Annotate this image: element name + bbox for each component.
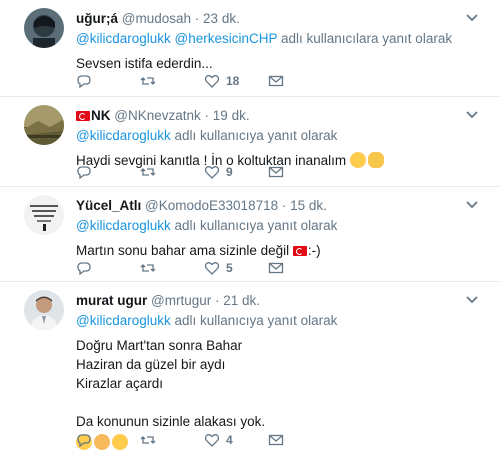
- tweet-line: [76, 393, 480, 412]
- like-icon: [204, 262, 220, 275]
- reply-icon: [77, 166, 91, 180]
- tweet-line: Sevsen istifa ederdin...: [76, 56, 213, 71]
- reply-button[interactable]: [76, 432, 140, 448]
- tweet-line-text: :-): [307, 243, 321, 258]
- like-button[interactable]: 5: [204, 260, 268, 276]
- like-icon: [204, 434, 220, 447]
- retweet-icon: [140, 264, 156, 272]
- tweet-line: Doğru Mart'tan sonra Bahar: [76, 338, 243, 353]
- dm-icon: [268, 434, 284, 446]
- tweet-line: Da konunun sizinle alakası yok.: [76, 414, 266, 429]
- reply-button[interactable]: [76, 164, 140, 180]
- tweet-actions: 18: [76, 73, 332, 89]
- tweet-line: Haziran da güzel bir aydı: [76, 357, 226, 372]
- reply-icon: [77, 75, 91, 89]
- tweet-line-text: Martın sonu bahar ama sizinle değil: [76, 243, 290, 258]
- display-name[interactable]: murat ugur: [76, 293, 147, 308]
- like-count: 5: [226, 261, 233, 275]
- avatar[interactable]: [24, 290, 64, 330]
- tweet-line: Kirazlar açardı: [76, 376, 164, 391]
- like-count: 9: [226, 165, 233, 179]
- caret-down-icon[interactable]: [464, 109, 480, 121]
- turkey-flag-icon: [76, 111, 90, 121]
- display-name[interactable]: uğur;á: [76, 11, 118, 26]
- like-count: 18: [226, 74, 240, 88]
- tweet-line: Martın sonu bahar ama sizinle değil :-): [76, 241, 480, 260]
- retweet-button[interactable]: [140, 260, 204, 276]
- reply-button[interactable]: [76, 260, 140, 276]
- dm-button[interactable]: [268, 73, 332, 89]
- caret-down-icon[interactable]: [464, 12, 480, 24]
- tweet-header: uğur;á @mudosah · 23 dk.: [76, 10, 480, 28]
- tweet-text: Martın sonu bahar ama sizinle değil :-): [76, 241, 480, 260]
- retweet-icon: [140, 436, 156, 444]
- turkey-flag-icon: [292, 246, 307, 256]
- caret-down-icon[interactable]: [464, 294, 480, 306]
- reply-context: @kilicdaroglukk @herkesicinCHP adlı kull…: [76, 30, 480, 48]
- tweet-actions: 4: [76, 432, 332, 448]
- retweet-button[interactable]: [140, 432, 204, 448]
- mention-link[interactable]: @kilicdaroglukk: [76, 218, 171, 233]
- tweet-header: NK @NKnevzatnk · 19 dk.: [76, 107, 480, 125]
- display-name[interactable]: NK: [91, 108, 111, 123]
- clapping-emoji-icon: [367, 152, 384, 168]
- mention-link[interactable]: @kilicdaroglukk: [76, 128, 171, 143]
- avatar[interactable]: [24, 8, 64, 48]
- separator: ·: [204, 108, 210, 123]
- tweet[interactable]: Yücel_Atlı @KomodoE33018718 · 15 dk. @ki…: [0, 187, 500, 282]
- handle[interactable]: @KomodoE33018718: [145, 198, 278, 213]
- dm-button[interactable]: [268, 432, 332, 448]
- reply-context: @kilicdaroglukk adlı kullanıcıya yanıt o…: [76, 217, 480, 235]
- handle[interactable]: @NKnevzatnk: [114, 108, 201, 123]
- tweet[interactable]: NK @NKnevzatnk · 19 dk. @kilicdaroglukk …: [0, 97, 500, 187]
- separator: ·: [215, 293, 220, 308]
- dm-button[interactable]: [268, 260, 332, 276]
- timestamp[interactable]: 15 dk.: [290, 198, 327, 213]
- like-button[interactable]: 18: [204, 73, 268, 89]
- reply-icon: [77, 434, 91, 448]
- tweet-header: murat ugur @mrtugur · 21 dk.: [76, 292, 480, 310]
- tweet-text: Sevsen istifa ederdin...: [76, 54, 480, 73]
- handle[interactable]: @mrtugur: [151, 293, 211, 308]
- separator: ·: [194, 11, 200, 26]
- retweet-button[interactable]: [140, 73, 204, 89]
- grinning-emoji-icon: [349, 152, 366, 168]
- reply-button[interactable]: [76, 73, 140, 89]
- retweet-icon: [140, 77, 156, 85]
- reply-context-text: adlı kullanıcıya yanıt olarak: [170, 128, 338, 143]
- like-icon: [204, 166, 220, 179]
- reply-context: @kilicdaroglukk adlı kullanıcıya yanıt o…: [76, 312, 480, 330]
- timestamp[interactable]: 23 dk.: [203, 11, 240, 26]
- display-name[interactable]: Yücel_Atlı: [76, 198, 141, 213]
- like-button[interactable]: 9: [204, 164, 268, 180]
- handle[interactable]: @mudosah: [122, 11, 191, 26]
- separator: ·: [281, 198, 287, 213]
- tweet-header: Yücel_Atlı @KomodoE33018718 · 15 dk.: [76, 197, 480, 215]
- tweet-actions: 5: [76, 260, 332, 276]
- dm-icon: [268, 75, 284, 87]
- dm-icon: [268, 166, 284, 178]
- like-count: 4: [226, 433, 233, 447]
- tweet[interactable]: murat ugur @mrtugur · 21 dk. @kilicdarog…: [0, 282, 500, 459]
- dm-icon: [268, 262, 284, 274]
- reply-context-text: adlı kullanıcılara yanıt olarak: [277, 31, 453, 46]
- caret-down-icon[interactable]: [464, 199, 480, 211]
- avatar[interactable]: [24, 195, 64, 235]
- like-button[interactable]: 4: [204, 432, 268, 448]
- timestamp[interactable]: 19 dk.: [213, 108, 250, 123]
- retweet-icon: [140, 168, 156, 176]
- avatar[interactable]: [24, 105, 64, 145]
- tweet-actions: 9: [76, 164, 332, 180]
- reply-icon: [77, 262, 91, 276]
- tweet[interactable]: uğur;á @mudosah · 23 dk. @kilicdaroglukk…: [0, 0, 500, 97]
- timestamp[interactable]: 21 dk.: [223, 293, 260, 308]
- retweet-button[interactable]: [140, 164, 204, 180]
- like-icon: [204, 75, 220, 88]
- mention-link[interactable]: @kilicdaroglukk: [76, 313, 171, 328]
- reply-context-text: adlı kullanıcıya yanıt olarak: [170, 218, 338, 233]
- dm-button[interactable]: [268, 164, 332, 180]
- mention-link[interactable]: @kilicdaroglukk @herkesicinCHP: [76, 31, 277, 46]
- reply-context-text: adlı kullanıcıya yanıt olarak: [170, 313, 338, 328]
- reply-context: @kilicdaroglukk adlı kullanıcıya yanıt o…: [76, 127, 480, 145]
